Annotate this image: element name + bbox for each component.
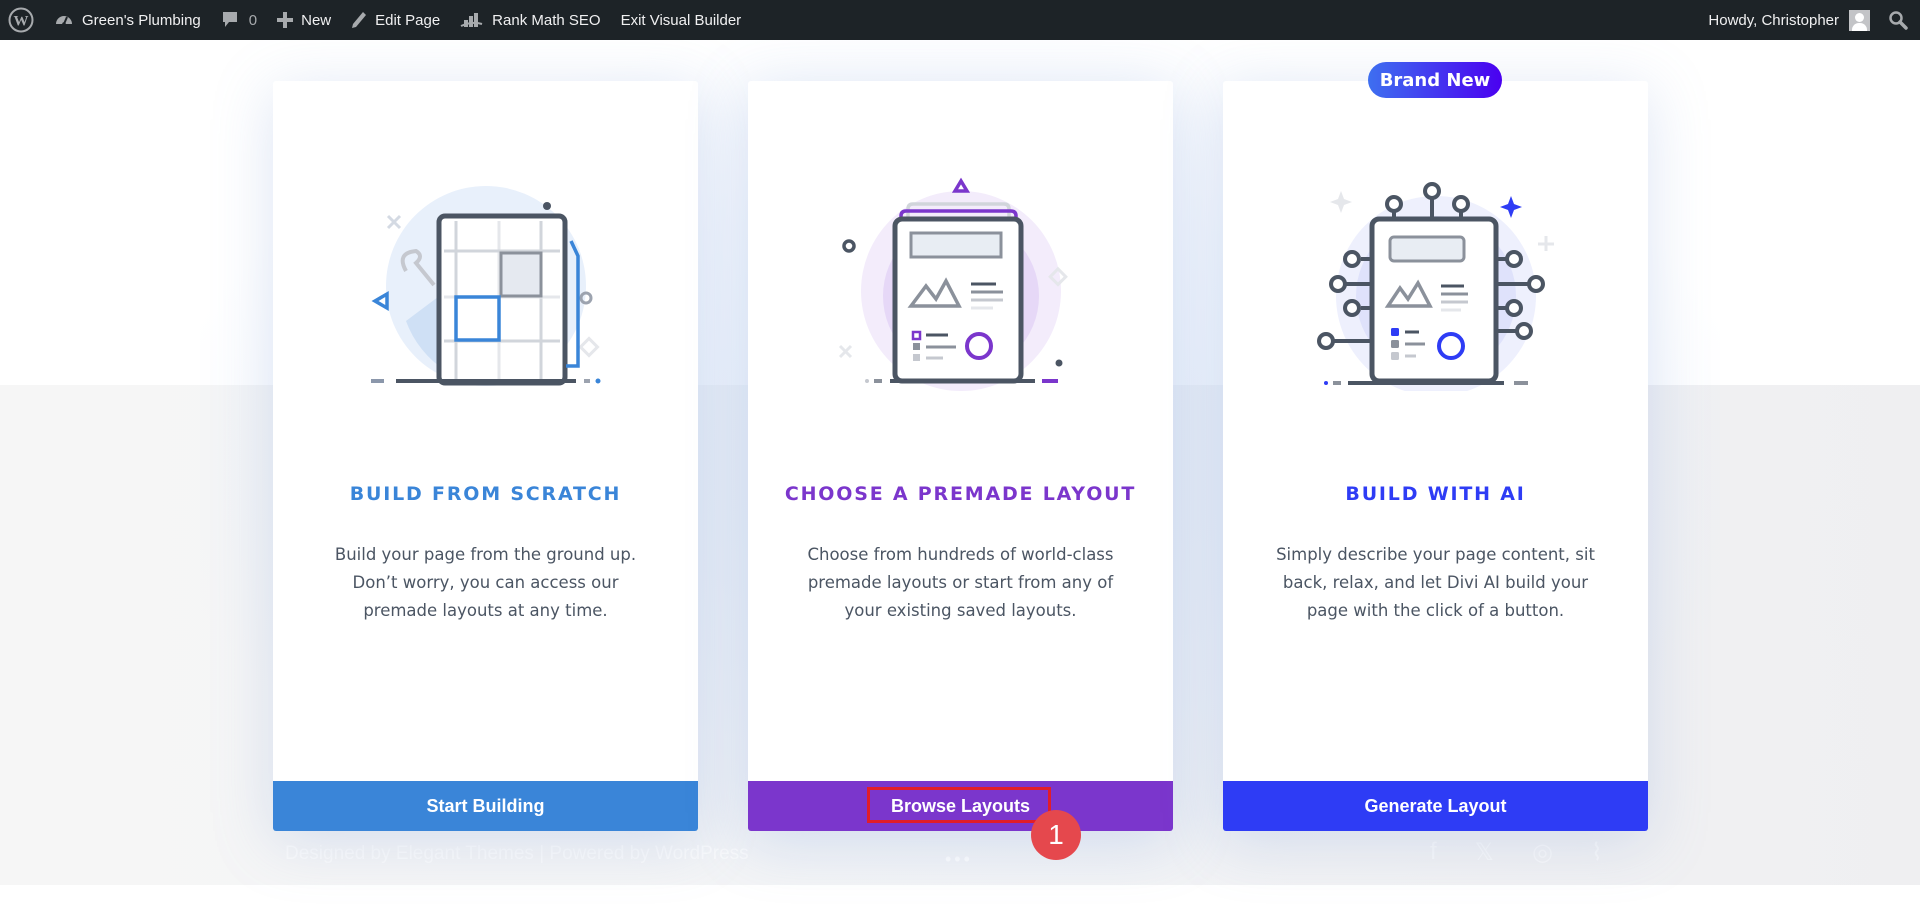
page-bottom-background [0, 885, 1920, 911]
edit-page-label: Edit Page [375, 11, 441, 29]
site-name: Green's Plumbing [82, 11, 201, 29]
choose-premade-layout-card: CHOOSE A PREMADE LAYOUT Choose from hund… [748, 81, 1173, 831]
exit-visual-builder-link[interactable]: Exit Visual Builder [611, 0, 752, 40]
card-title: CHOOSE A PREMADE LAYOUT [784, 483, 1137, 505]
search-icon [1888, 10, 1908, 30]
build-from-scratch-card: BUILD FROM SCRATCH Build your page from … [273, 81, 698, 831]
new-content-link[interactable]: New [267, 0, 341, 40]
brand-new-badge: Brand New [1368, 62, 1502, 98]
rank-math-icon [460, 11, 484, 29]
svg-text:W: W [14, 14, 29, 30]
card-description: Choose from hundreds of world-class prem… [807, 545, 1114, 620]
step-marker: 1 [1031, 810, 1081, 860]
wordpress-menu[interactable]: W [0, 0, 44, 40]
social-icons: f 𝕏 ◎ ⌇ [1430, 838, 1603, 867]
card-description: Build your page from the ground up. Don’… [334, 545, 637, 620]
rss-icon: ⌇ [1590, 839, 1603, 866]
footer-credit: Designed by Elegant Themes | Powered by … [285, 843, 749, 864]
card-description: Simply describe your page content, sit b… [1276, 545, 1595, 620]
admin-bar: W Green's Plumbing 0 New Edit Page Rank … [0, 0, 1920, 40]
facebook-icon: f [1430, 838, 1437, 865]
premade-layout-illustration [831, 171, 1091, 391]
exit-visual-builder-label: Exit Visual Builder [620, 11, 742, 29]
grid-layout-illustration [356, 171, 616, 391]
comment-count: 0 [248, 11, 258, 29]
avatar [1849, 9, 1870, 31]
edit-page-link[interactable]: Edit Page [341, 0, 450, 40]
card-title: BUILD WITH AI [1345, 483, 1526, 505]
ai-circuit-illustration [1306, 171, 1566, 396]
greeting: Howdy, Christopher [1708, 11, 1839, 29]
plus-icon [277, 12, 294, 28]
build-with-ai-card: BUILD WITH AI Simply describe your page … [1223, 81, 1648, 831]
rank-math-link[interactable]: Rank Math SEO [450, 0, 610, 40]
search-button[interactable] [1870, 0, 1920, 40]
comments-link[interactable]: 0 [211, 0, 267, 40]
dashboard-icon [54, 10, 74, 30]
instagram-icon: ◎ [1532, 839, 1553, 866]
wordpress-logo-icon: W [8, 7, 34, 33]
more-dots-icon: ••• [945, 849, 973, 869]
new-label: New [301, 11, 332, 29]
x-icon: 𝕏 [1474, 839, 1495, 866]
card-title: BUILD FROM SCRATCH [349, 483, 622, 505]
my-account-link[interactable]: Howdy, Christopher [1698, 0, 1870, 40]
browse-layouts-button[interactable]: Browse Layouts [748, 781, 1173, 831]
comment-icon [221, 10, 239, 30]
start-building-button[interactable]: Start Building [273, 781, 698, 831]
pencil-icon [351, 11, 367, 29]
rank-math-label: Rank Math SEO [492, 11, 601, 29]
generate-layout-button[interactable]: Generate Layout [1223, 781, 1648, 831]
site-name-link[interactable]: Green's Plumbing [44, 0, 211, 40]
